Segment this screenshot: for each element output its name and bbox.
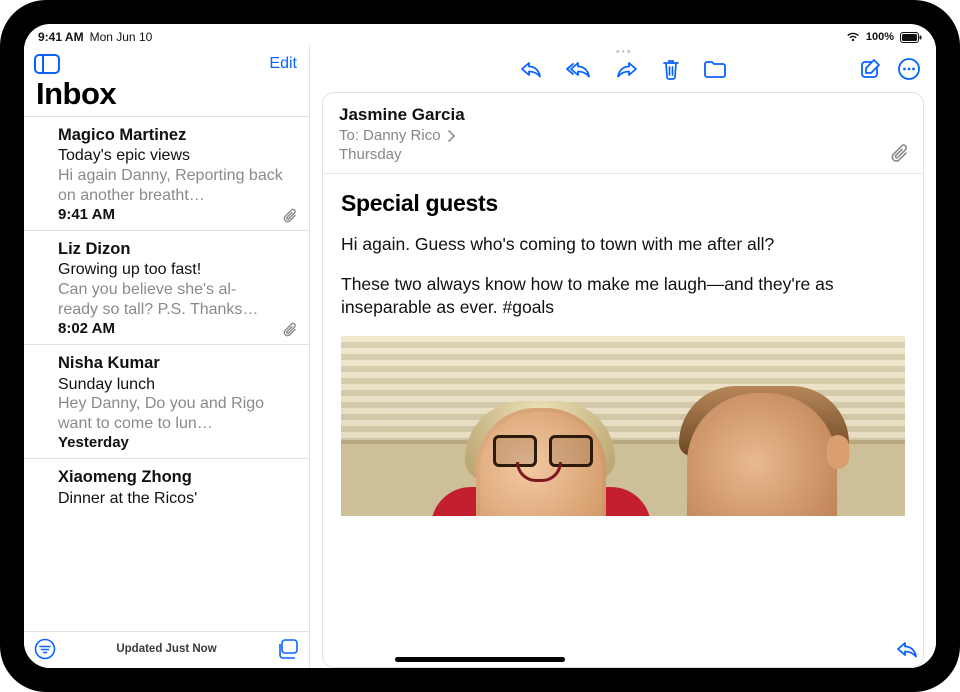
paperclip-icon xyxy=(283,321,297,337)
from-label: Jasmine Garcia xyxy=(339,105,907,125)
trash-button[interactable] xyxy=(661,58,681,80)
sync-status-label: Updated Just Now xyxy=(64,643,269,655)
screen: 9:41 AM Mon Jun 10 100% Ed xyxy=(24,24,936,668)
reply-all-button[interactable] xyxy=(565,59,593,79)
mailbox-title: Inbox xyxy=(24,76,309,116)
reply-button[interactable] xyxy=(519,59,543,79)
sender-label: Nisha Kumar xyxy=(58,354,297,373)
body-paragraph: These two always know how to make me lau… xyxy=(341,273,905,320)
sidebar-toggle-button[interactable] xyxy=(34,54,60,74)
list-item[interactable]: Magico Martinez Today's epic views Hi ag… xyxy=(24,117,309,231)
preview-label: Hey Danny, Do you and Rigo want to come … xyxy=(58,394,297,433)
subject-label: Growing up too fast! xyxy=(58,260,297,280)
subject-label: Dinner at the Ricos' xyxy=(58,489,297,509)
paperclip-icon xyxy=(891,143,909,163)
chevron-right-icon xyxy=(447,130,455,142)
time-label: Yesterday xyxy=(58,434,129,451)
status-time: 9:41 AM xyxy=(38,30,84,44)
to-prefix: To: xyxy=(339,127,359,144)
time-label: 8:02 AM xyxy=(58,320,115,337)
list-item[interactable]: Xiaomeng Zhong Dinner at the Ricos' xyxy=(24,459,309,515)
list-item[interactable]: Liz Dizon Growing up too fast! Can you b… xyxy=(24,231,309,345)
quick-reply-button[interactable] xyxy=(896,640,918,658)
paperclip-icon xyxy=(283,207,297,223)
ipad-frame: 9:41 AM Mon Jun 10 100% Ed xyxy=(0,0,960,692)
list-item[interactable]: Nisha Kumar Sunday lunch Hey Danny, Do y… xyxy=(24,345,309,459)
message-toolbar xyxy=(310,46,936,86)
attachment-image[interactable] xyxy=(341,336,905,516)
home-indicator[interactable] xyxy=(395,657,565,662)
sender-label: Liz Dizon xyxy=(58,240,297,259)
compose-button[interactable] xyxy=(860,58,882,80)
message-body[interactable]: Special guests Hi again. Guess who's com… xyxy=(323,174,923,667)
sender-label: Xiaomeng Zhong xyxy=(58,468,297,487)
filter-button[interactable] xyxy=(34,638,56,660)
message-card: Jasmine Garcia To: Danny Rico Thursday xyxy=(322,92,924,668)
forward-button[interactable] xyxy=(615,59,639,79)
status-date: Mon Jun 10 xyxy=(90,30,153,44)
status-bar: 9:41 AM Mon Jun 10 100% xyxy=(24,24,936,46)
wifi-icon xyxy=(846,32,860,42)
sender-label: Magico Martinez xyxy=(58,126,297,145)
message-text: Hi again. Guess who's coming to town wit… xyxy=(341,233,905,320)
mailboxes-button[interactable] xyxy=(277,639,299,659)
message-pane: Jasmine Garcia To: Danny Rico Thursday xyxy=(310,46,936,668)
sidebar-footer: Updated Just Now xyxy=(24,631,309,668)
message-subject: Special guests xyxy=(341,190,905,217)
message-date: Thursday xyxy=(339,146,907,163)
to-name: Danny Rico xyxy=(363,127,441,144)
edit-button[interactable]: Edit xyxy=(269,55,297,73)
more-button[interactable] xyxy=(898,58,920,80)
battery-icon xyxy=(900,32,922,43)
subject-label: Today's epic views xyxy=(58,146,297,166)
preview-label: Hi again Danny, Reporting back on anothe… xyxy=(58,166,297,205)
mailbox-sidebar: Edit Inbox Magico Martinez Today's epic … xyxy=(24,46,310,668)
time-label: 9:41 AM xyxy=(58,206,115,223)
body-paragraph: Hi again. Guess who's coming to town wit… xyxy=(341,233,905,257)
preview-label: Can you believe she's al- ready so tall?… xyxy=(58,280,297,319)
move-to-folder-button[interactable] xyxy=(703,59,727,79)
battery-percent: 100% xyxy=(866,31,894,43)
subject-label: Sunday lunch xyxy=(58,375,297,395)
message-list[interactable]: Magico Martinez Today's epic views Hi ag… xyxy=(24,116,309,631)
message-header[interactable]: Jasmine Garcia To: Danny Rico Thursday xyxy=(323,93,923,174)
